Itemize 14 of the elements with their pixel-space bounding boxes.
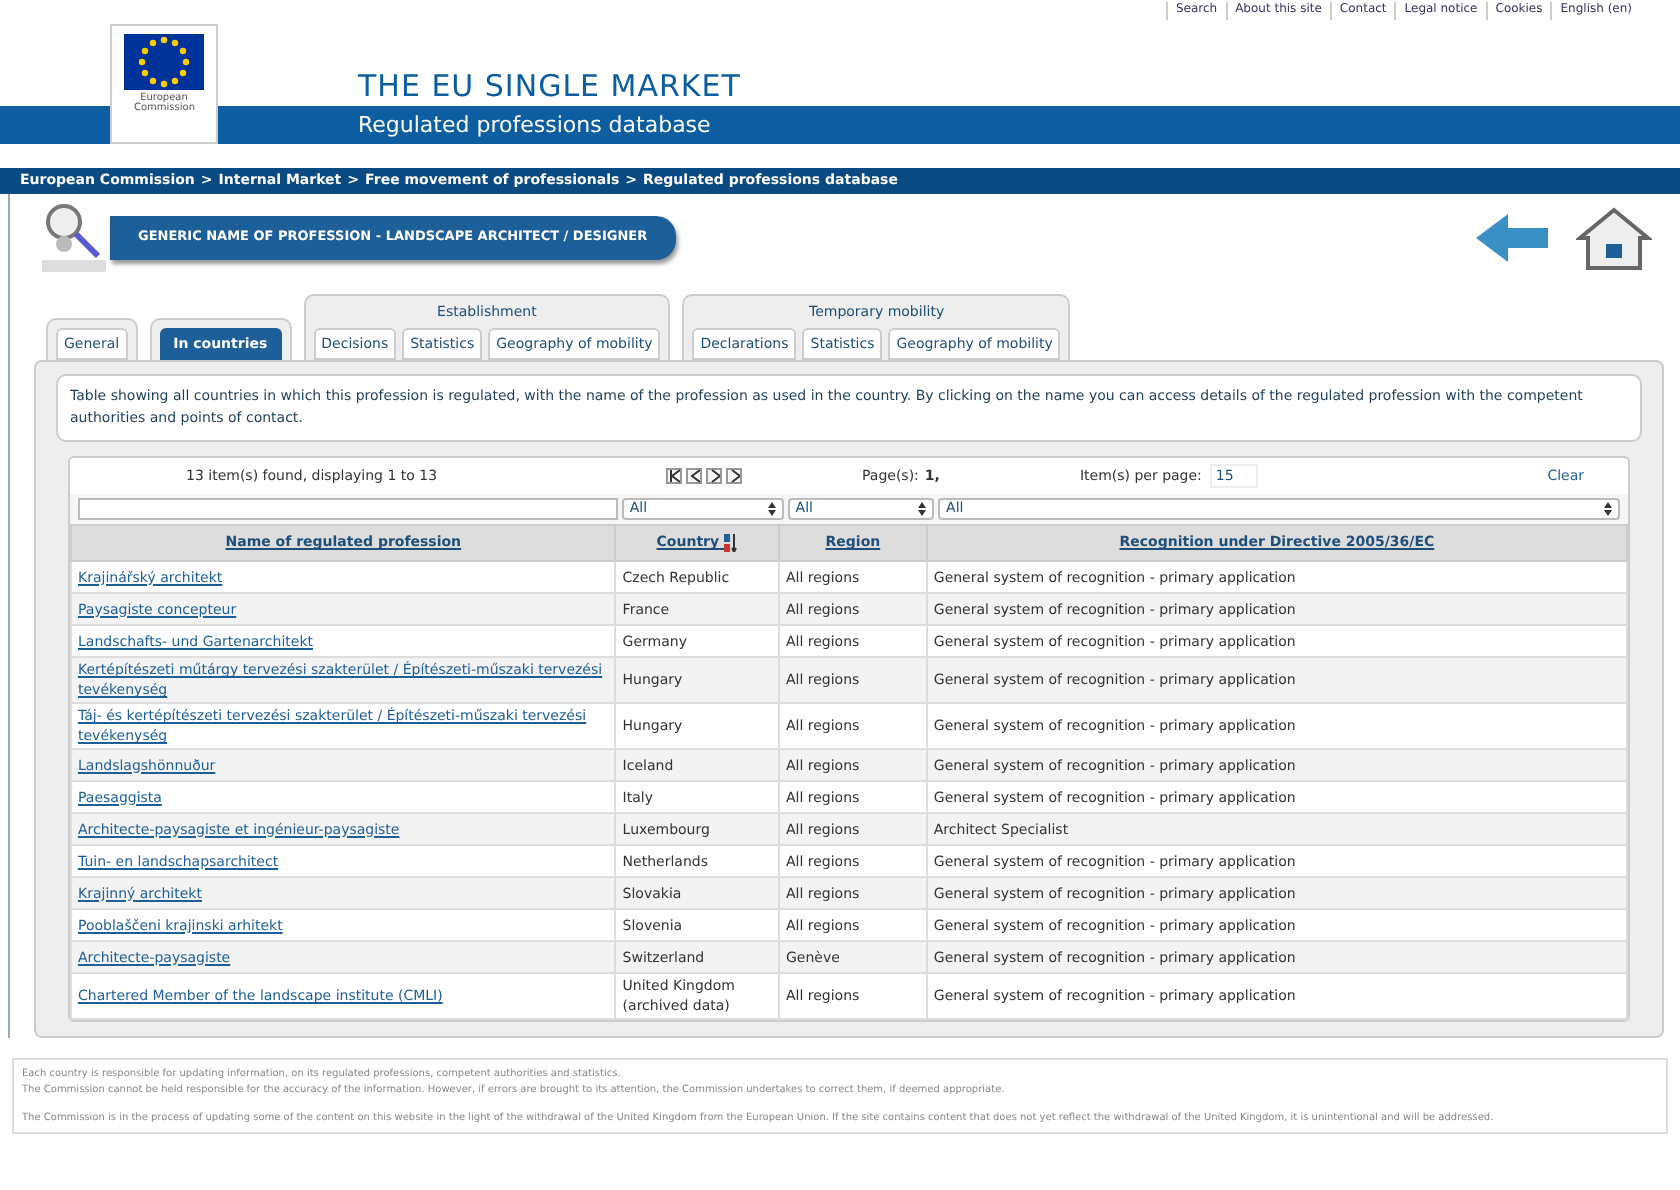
site-subtitle: Regulated professions database: [358, 110, 713, 142]
last-page-button[interactable]: [726, 468, 742, 484]
name-filter-field[interactable]: [78, 498, 618, 520]
first-page-button[interactable]: [666, 468, 682, 484]
eu-flag-icon: [124, 34, 204, 90]
sort-icon[interactable]: [724, 533, 738, 552]
select-arrows-icon: [918, 501, 927, 516]
next-page-button[interactable]: [706, 468, 722, 484]
home-icon[interactable]: [1576, 204, 1652, 272]
previous-page-button[interactable]: [686, 468, 702, 484]
back-arrow-icon[interactable]: [1472, 208, 1552, 268]
site-title: THE EU SINGLE MARKET: [358, 66, 741, 106]
select-arrows-icon: [767, 501, 776, 516]
select-arrows-icon: [1604, 501, 1612, 516]
